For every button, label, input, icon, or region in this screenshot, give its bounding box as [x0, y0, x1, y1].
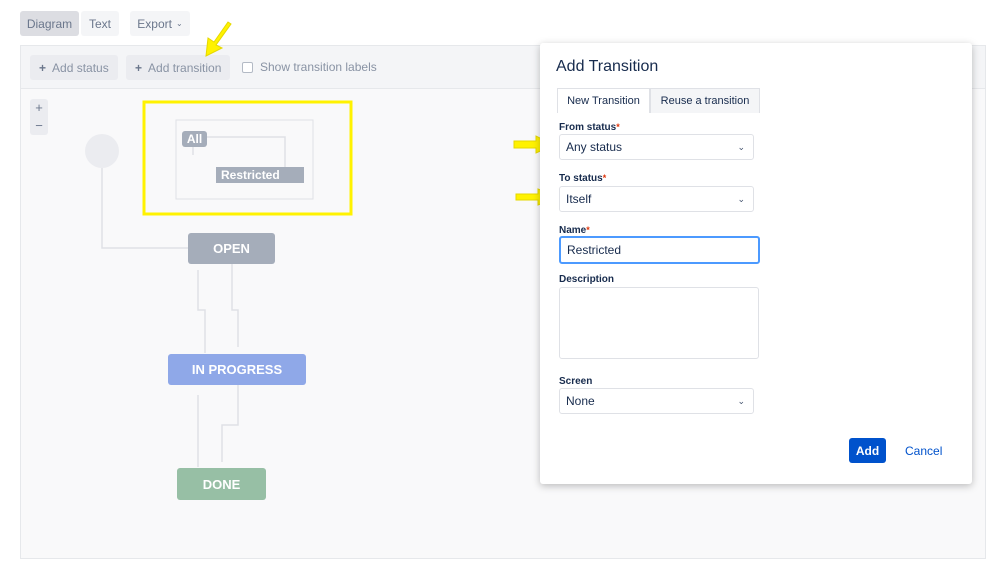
from-status-label: From status: [559, 122, 617, 133]
chevron-down-icon: ⌄: [737, 395, 745, 406]
name-input[interactable]: Restricted: [559, 236, 760, 264]
screen-select[interactable]: None ⌄: [559, 388, 754, 414]
to-status-label: To status: [559, 173, 603, 184]
add-button[interactable]: Add: [849, 438, 886, 463]
chevron-down-icon: ⌄: [737, 141, 745, 152]
required-marker: *: [616, 122, 620, 132]
dialog-title: Add Transition: [556, 58, 659, 75]
description-label: Description: [559, 274, 615, 285]
from-status-select[interactable]: Any status ⌄: [559, 134, 754, 160]
required-marker: *: [586, 225, 590, 235]
from-status-value: Any status: [566, 140, 623, 154]
add-transition-dialog: Add Transition New Transition Reuse a tr…: [540, 43, 972, 484]
cancel-button[interactable]: Cancel: [905, 444, 942, 458]
status-done[interactable]: DONE: [177, 468, 266, 500]
restricted-transition-label[interactable]: Restricted: [216, 167, 304, 183]
chevron-down-icon: ⌄: [737, 193, 745, 204]
screen-value: None: [566, 394, 595, 408]
start-node: [85, 134, 119, 168]
highlight-box: [142, 100, 353, 216]
required-marker: *: [602, 173, 607, 183]
tab-reuse-transition[interactable]: Reuse a transition: [650, 88, 760, 113]
to-status-value: Itself: [566, 192, 592, 206]
all-transition-label[interactable]: All: [182, 131, 207, 147]
screen-label: Screen: [559, 376, 593, 387]
to-status-select[interactable]: Itself ⌄: [559, 186, 754, 212]
name-value: Restricted: [567, 243, 622, 257]
status-in-progress[interactable]: IN PROGRESS: [168, 354, 306, 385]
name-label: Name: [559, 225, 587, 236]
description-textarea[interactable]: [559, 287, 759, 359]
status-open[interactable]: OPEN: [188, 233, 275, 264]
yellow-arrow-icon: [205, 21, 232, 57]
tab-new-transition[interactable]: New Transition: [557, 88, 650, 113]
